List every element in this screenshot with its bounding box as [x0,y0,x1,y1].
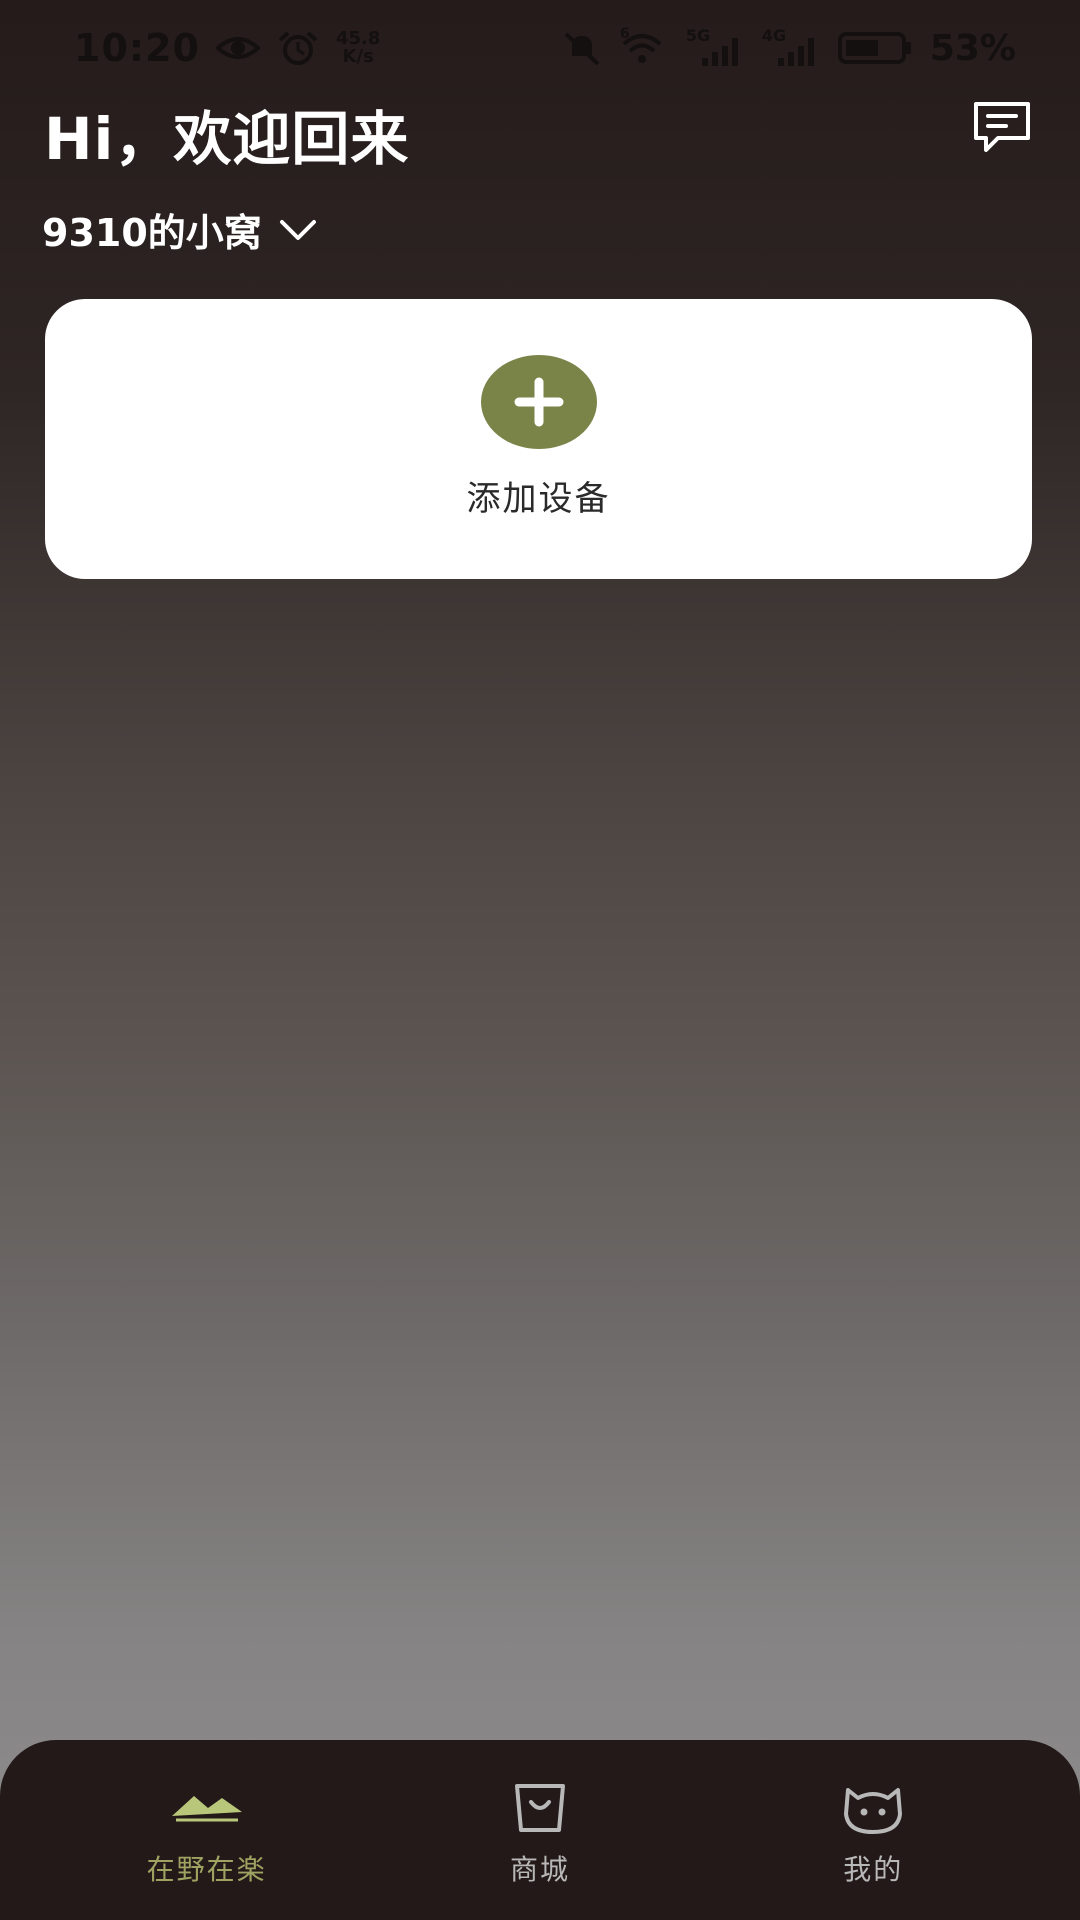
message-icon[interactable] [972,100,1032,154]
status-left: 10:20 45.8 K/s [74,26,380,70]
alarm-icon [278,31,318,65]
tab-label: 在野在楽 [146,1853,267,1886]
battery-icon [837,32,911,64]
cat-face-icon [844,1788,903,1834]
status-right: 6 5G 4G 53% [560,26,1016,69]
chevron-down-icon [279,219,316,240]
network-speed: 45.8 K/s [336,30,380,66]
status-time: 10:20 [74,26,200,70]
speed-unit: K/s [342,46,374,67]
signal-bars-icon [777,38,814,66]
status-bar: 10:20 45.8 K/s 6 5G 4G 53% [0,0,1080,96]
tab-mall[interactable]: 商城 [410,1780,670,1888]
greeting-title: Hi，欢迎回来 [44,105,410,173]
add-device-button[interactable] [480,355,597,449]
bottom-tab-bar: 在野在楽 商城 我的 [0,1740,1080,1920]
tab-home[interactable]: 在野在楽 [77,1780,337,1888]
add-device-label: 添加设备 [466,479,611,519]
eye-icon [215,37,260,59]
home-selector[interactable]: 9310的小窝 [42,202,318,257]
wifi-indicator: 6 [620,26,670,66]
tab-label: 我的 [843,1853,904,1886]
wifi-label: 6 [619,26,630,42]
battery-percent: 53% [929,27,1016,69]
tab-profile[interactable]: 我的 [743,1780,1003,1888]
bell-muted-icon [564,32,600,66]
signal-4g: 4G [762,26,822,66]
brand-logo-icon [171,1796,242,1822]
home-name: 9310的小窝 [42,211,262,255]
tab-label: 商城 [509,1853,570,1886]
signal-5g: 5G [686,26,746,66]
shopping-bag-icon [514,1784,565,1832]
signal-bars-icon [701,38,738,66]
add-device-card[interactable]: 添加设备 [45,299,1032,579]
plus-icon [514,377,563,427]
